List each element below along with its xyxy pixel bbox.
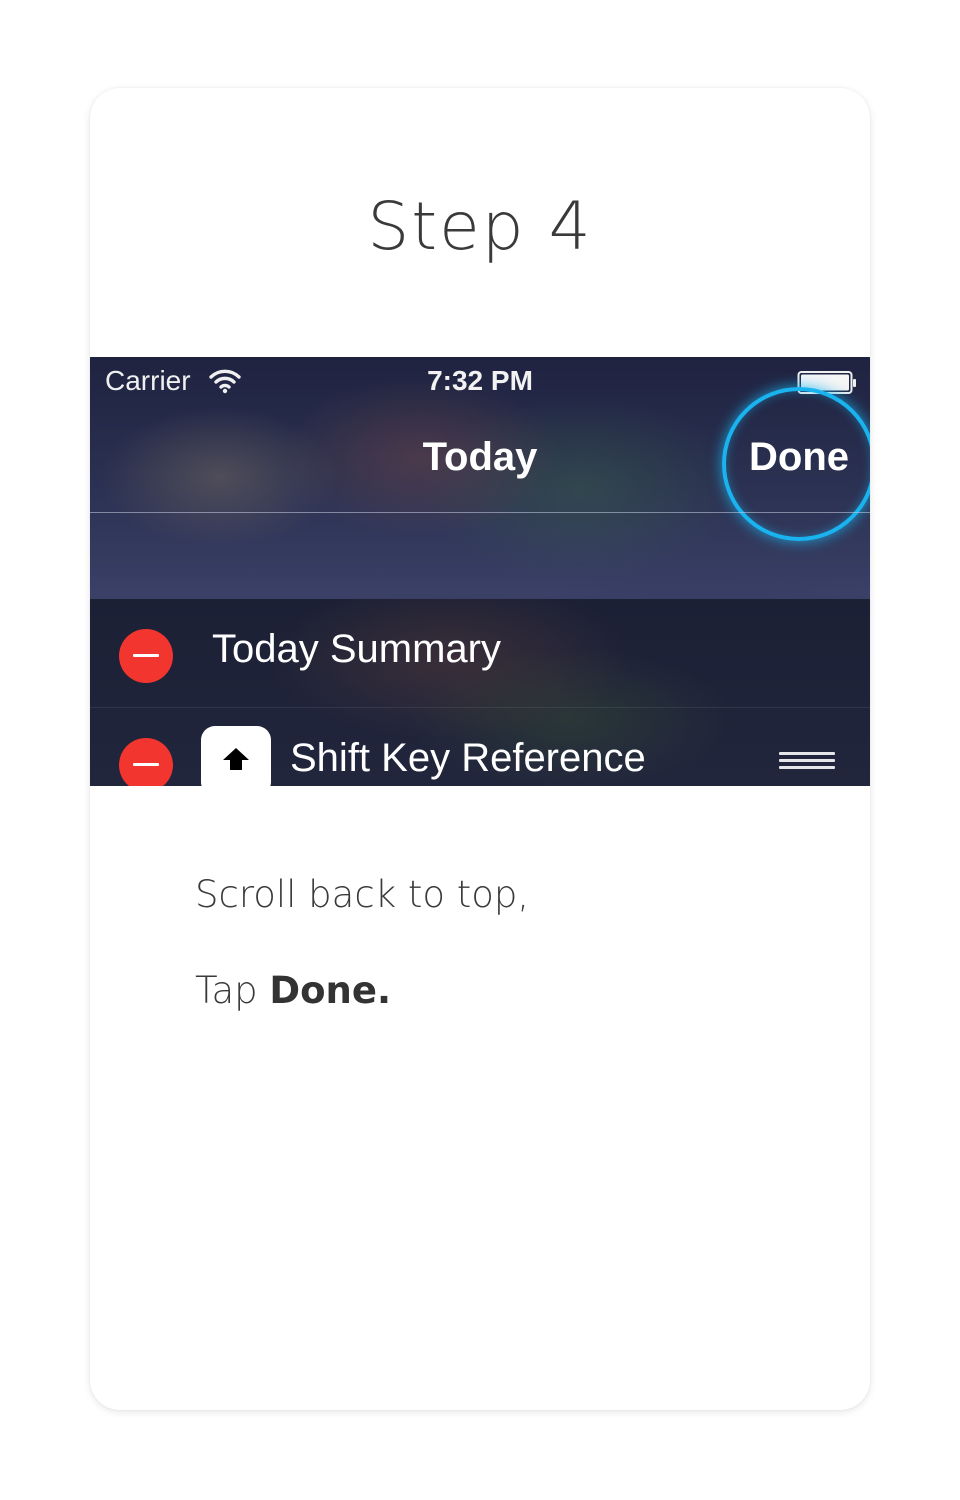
nav-separator (90, 512, 870, 513)
instruction-tap-done: Tap Done. (195, 969, 391, 1012)
phone-screenshot: Carrier 7:32 PM Today Done Today Summary (90, 357, 870, 786)
instruction-tap-prefix: Tap (195, 969, 270, 1012)
shift-arrow-icon (223, 748, 249, 770)
instruction-scroll: Scroll back to top, (195, 873, 530, 916)
step-title: Step 4 (367, 188, 593, 265)
minus-circle-icon[interactable] (119, 629, 173, 683)
minus-circle-icon[interactable] (119, 738, 173, 786)
widget-row-today-summary: Today Summary (90, 599, 870, 705)
instruction-period: . (376, 969, 392, 1012)
status-time: 7:32 PM (427, 365, 533, 396)
step-card: Step 4 Carrier 7:32 PM Today Done Today (90, 88, 870, 1410)
shift-app-icon (201, 726, 271, 786)
done-highlight-circle (722, 387, 870, 541)
instruction-done-bold: Done (269, 969, 377, 1012)
widget-label: Today Summary (212, 627, 501, 671)
widget-row-shift-key-reference: Shift Key Reference (90, 707, 870, 786)
widget-label: Shift Key Reference (290, 736, 646, 780)
reorder-icon[interactable] (779, 752, 835, 772)
